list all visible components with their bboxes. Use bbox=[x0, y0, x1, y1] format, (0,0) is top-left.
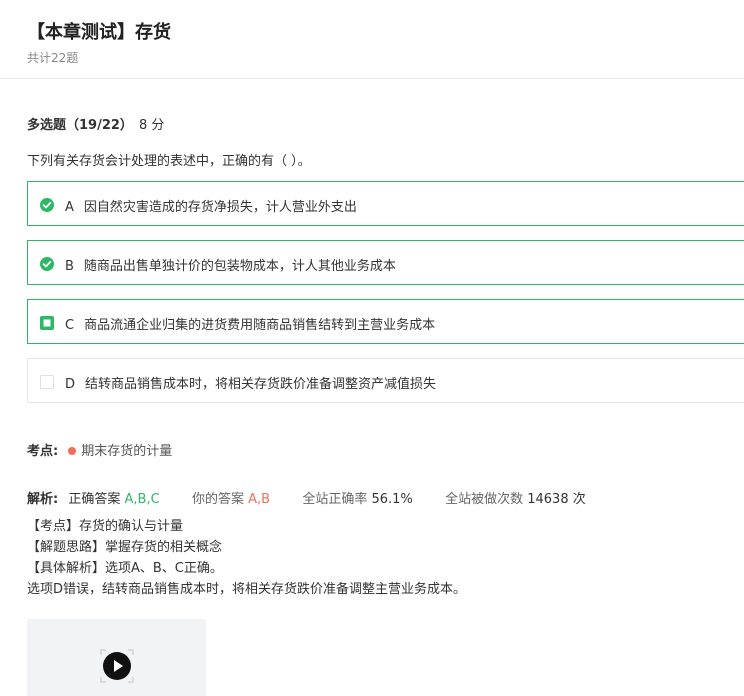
empty-checkbox-icon bbox=[40, 374, 54, 389]
page-title: 【本章测试】存货 bbox=[27, 22, 171, 43]
header-divider bbox=[0, 78, 744, 79]
question-header: 多选题（19/22） 8 分 bbox=[27, 114, 164, 133]
question-type: 多选题（19/22） bbox=[27, 118, 133, 133]
your-answer-value: A,B bbox=[248, 492, 271, 507]
play-icon[interactable] bbox=[103, 652, 131, 680]
option-letter: B bbox=[65, 259, 74, 274]
video-thumbnail[interactable] bbox=[27, 619, 206, 696]
option-text: 结转商品销售成本时，将相关存货跌价准备调整资产减值损失 bbox=[85, 377, 437, 392]
check-circle-icon bbox=[40, 197, 54, 212]
attempt-count-label: 全站被做次数 bbox=[445, 492, 524, 507]
option-a[interactable]: A 因自然灾害造成的存货净损失，计人营业外支出 bbox=[27, 181, 744, 226]
accuracy-label: 全站正确率 bbox=[302, 492, 368, 507]
question-score: 8 分 bbox=[138, 118, 165, 133]
analysis-summary: 解析: 正确答案 A,B,C 你的答案 A,B 全站正确率 56.1% 全站被做… bbox=[27, 488, 586, 507]
exam-page: 【本章测试】存货 共计22题 多选题（19/22） 8 分 下列有关存货会计处理的… bbox=[0, 0, 744, 696]
option-b[interactable]: B 随商品出售单独计价的包装物成本，计人其他业务成本 bbox=[27, 240, 744, 285]
accuracy-value: 56.1% bbox=[371, 492, 413, 507]
check-circle-icon bbox=[40, 256, 54, 271]
correct-answer-value: A,B,C bbox=[124, 492, 160, 507]
option-text: 随商品出售单独计价的包装物成本，计人其他业务成本 bbox=[83, 259, 396, 274]
question-text: 下列有关存货会计处理的表述中，正确的有（ ）。 bbox=[27, 154, 311, 169]
analysis-line: 【解题思路】掌握存货的相关概念 bbox=[27, 540, 223, 555]
knowledge-point: 考点: 期末存货的计量 bbox=[27, 440, 172, 459]
attempt-count-unit: 次 bbox=[572, 492, 586, 507]
option-text: 因自然灾害造成的存货净损失，计人营业外支出 bbox=[83, 200, 357, 215]
question-count: 共计22题 bbox=[27, 51, 79, 65]
option-letter: C bbox=[65, 318, 75, 333]
option-text: 商品流通企业归集的进货费用随商品销售结转到主营业务成本 bbox=[84, 318, 436, 333]
correct-answer-label: 正确答案 bbox=[68, 492, 121, 507]
your-answer-label: 你的答案 bbox=[191, 492, 244, 507]
analysis-text: 【考点】存货的确认与计量 【解题思路】掌握存货的相关概念 【具体解析】选项A、B… bbox=[27, 516, 466, 600]
dot-icon bbox=[68, 447, 77, 455]
knowledge-value[interactable]: 期末存货的计量 bbox=[81, 444, 172, 459]
analysis-line: 【考点】存货的确认与计量 bbox=[27, 519, 184, 534]
option-c[interactable]: C 商品流通企业归集的进货费用随商品销售结转到主营业务成本 bbox=[27, 299, 744, 344]
option-letter: D bbox=[65, 377, 76, 392]
analysis-line: 【具体解析】选项A、B、C正确。 bbox=[27, 561, 223, 576]
knowledge-label: 考点: bbox=[27, 444, 59, 459]
missed-square-icon bbox=[40, 315, 54, 330]
analysis-line: 选项D错误，结转商品销售成本时，将相关存货跌价准备调整主营业务成本。 bbox=[27, 582, 467, 597]
analysis-label: 解析: bbox=[27, 492, 59, 507]
option-d[interactable]: D 结转商品销售成本时，将相关存货跌价准备调整资产减值损失 bbox=[27, 358, 744, 403]
option-letter: A bbox=[65, 200, 74, 215]
attempt-count-value: 14638 bbox=[527, 492, 569, 507]
